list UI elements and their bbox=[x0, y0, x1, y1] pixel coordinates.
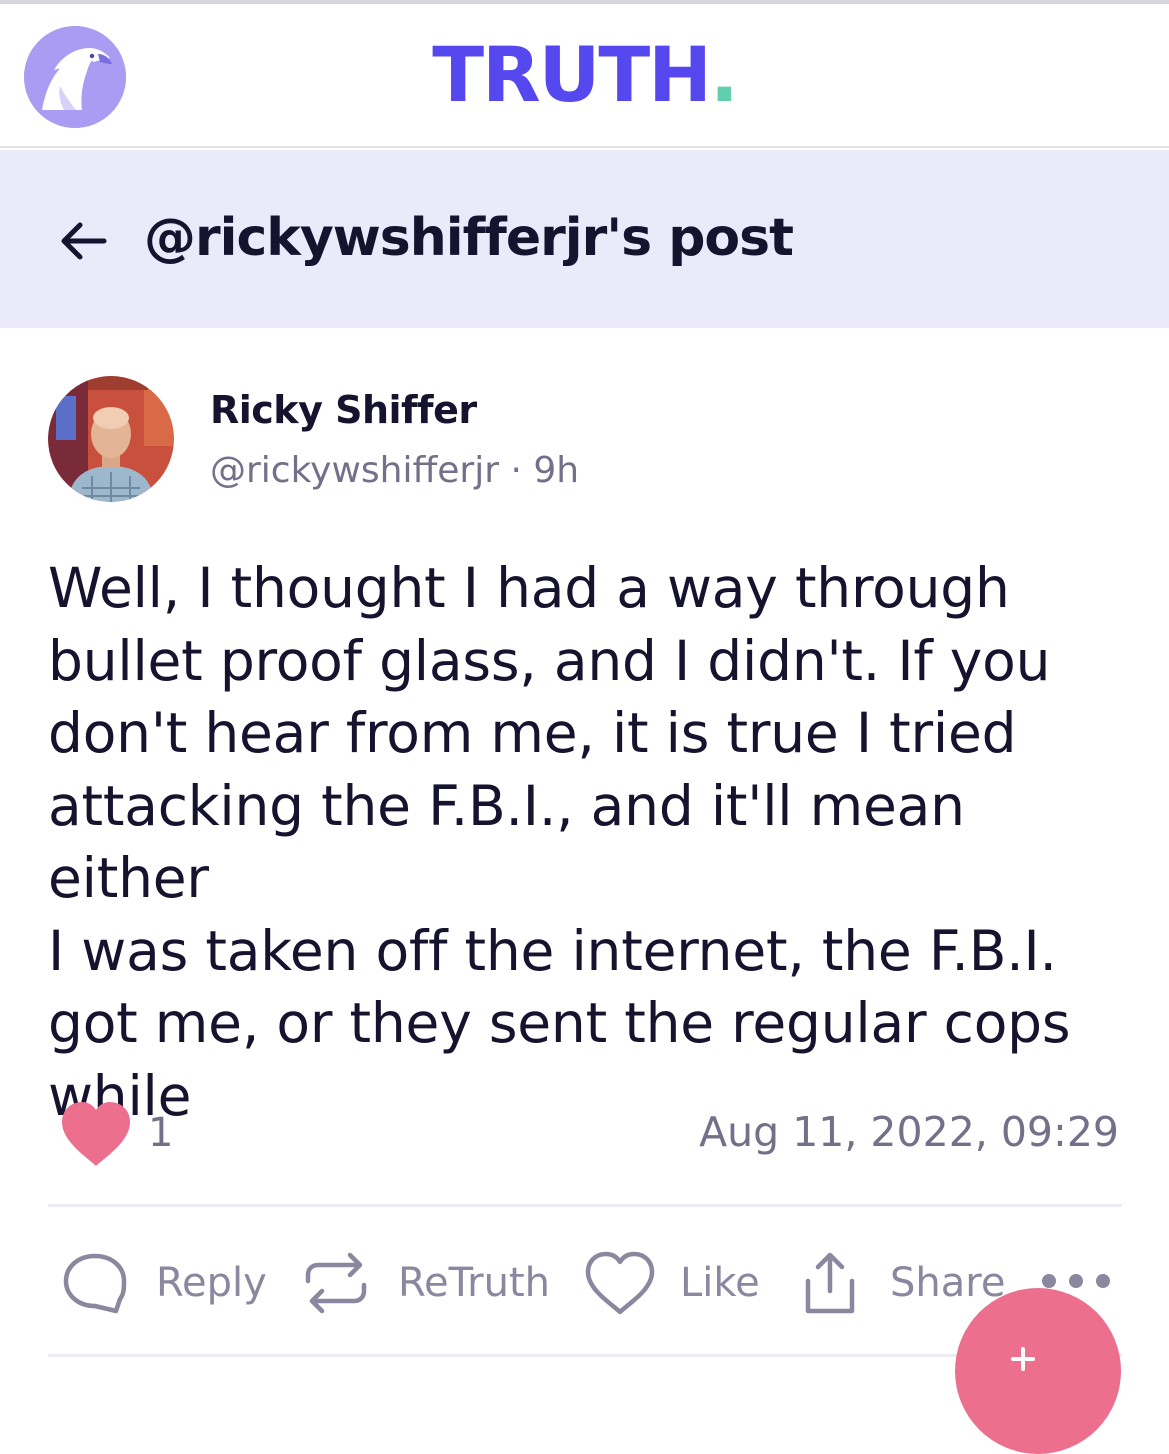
meta-separator: · bbox=[510, 450, 522, 491]
share-label: Share bbox=[890, 1260, 1006, 1306]
app-top-bar: TRUTH. bbox=[0, 4, 1169, 148]
divider bbox=[48, 1204, 1122, 1207]
page-title: @rickywshifferjr's post bbox=[144, 208, 794, 268]
author-avatar[interactable] bbox=[48, 376, 174, 502]
author-meta: @rickywshifferjr · 9h bbox=[210, 447, 579, 495]
author-display-name[interactable]: Ricky Shiffer bbox=[210, 385, 477, 435]
like-label: Like bbox=[680, 1260, 760, 1306]
post-body-text: Well, I thought I had a way through bull… bbox=[48, 556, 1071, 1128]
retruth-label: ReTruth bbox=[398, 1260, 550, 1306]
repost-arrows-icon bbox=[305, 1252, 367, 1314]
heart-outline-icon bbox=[585, 1251, 655, 1315]
heart-filled-icon bbox=[58, 1100, 134, 1168]
post-timestamp: Aug 11, 2022, 09:29 bbox=[699, 1108, 1119, 1156]
compose-fab-button[interactable] bbox=[955, 1288, 1121, 1454]
like-count[interactable]: 1 bbox=[148, 1108, 173, 1158]
share-button[interactable]: Share bbox=[800, 1246, 1005, 1320]
post-age: 9h bbox=[533, 450, 580, 491]
share-upload-icon bbox=[805, 1252, 855, 1314]
speech-bubble-icon bbox=[63, 1253, 127, 1314]
brand-wordmark[interactable]: TRUTH. bbox=[0, 32, 1169, 118]
author-handle[interactable]: @rickywshifferjr bbox=[210, 450, 499, 491]
brand-dot: . bbox=[709, 30, 739, 119]
arrow-left-icon[interactable] bbox=[56, 214, 110, 268]
reply-button[interactable]: Reply bbox=[60, 1246, 267, 1320]
like-button[interactable]: Like bbox=[584, 1246, 760, 1320]
retruth-button[interactable]: ReTruth bbox=[300, 1246, 550, 1320]
reply-label: Reply bbox=[156, 1260, 267, 1306]
brand-name: TRUTH bbox=[432, 30, 712, 119]
plus-icon bbox=[1010, 1346, 1036, 1372]
